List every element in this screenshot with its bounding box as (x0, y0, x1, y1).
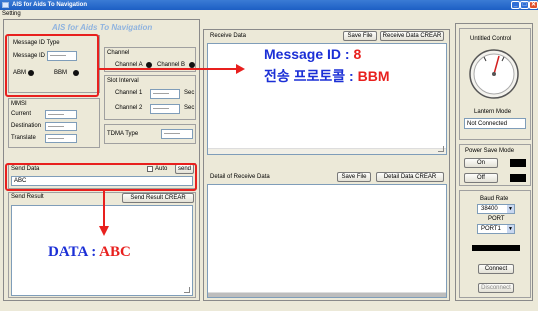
annotation-protocol-value: BBM (357, 68, 390, 84)
annotation-message-id-value: 8 (353, 46, 362, 62)
annotation-data: DATA : ABC (48, 244, 131, 261)
annotation-data-prefix: DATA : (48, 244, 100, 260)
annotation-data-value: ABC (99, 244, 131, 260)
annotation-message-id-prefix: Message ID : (264, 46, 354, 62)
annotation-protocol: 전송 프로토콜 : BBM (264, 66, 390, 86)
down-arrowhead-icon (99, 226, 109, 236)
app-window: AIS for Aids To Navigation _ □ ✕ Setting… (0, 0, 538, 311)
annotation-protocol-prefix: 전송 프로토콜 : (264, 68, 358, 84)
annotation-message-id: Message ID : 8 (264, 46, 361, 62)
right-arrowhead-icon (236, 64, 245, 74)
